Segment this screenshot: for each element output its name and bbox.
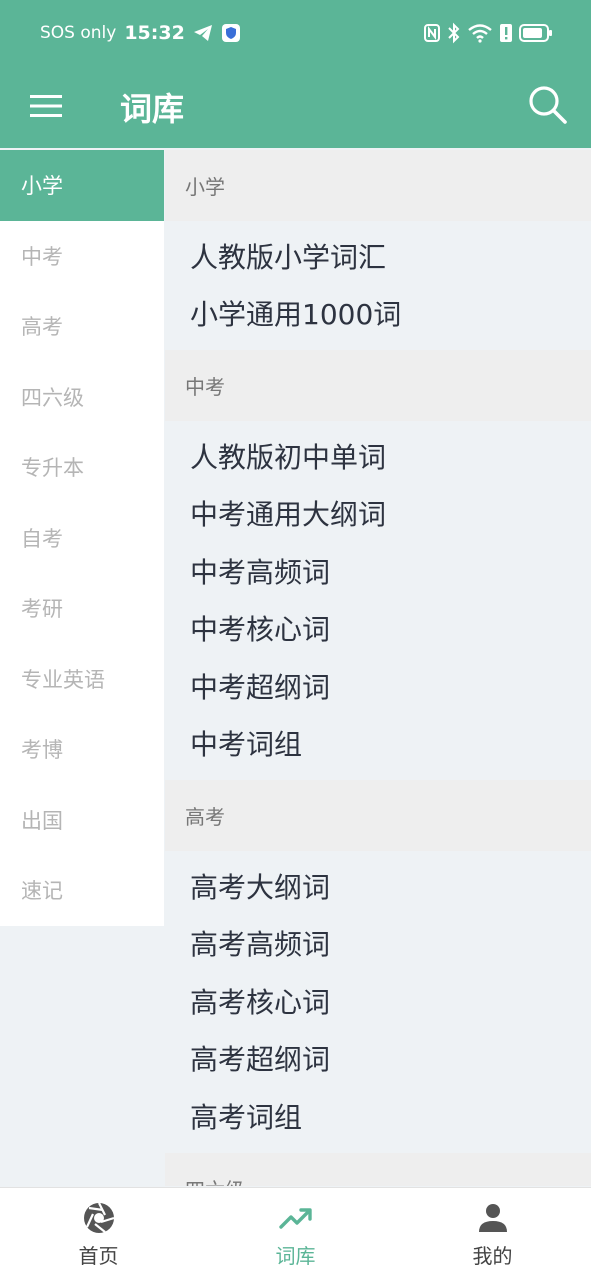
header: SOS only 15:32 词库 [0,0,591,148]
app-bar: 词库 [0,66,591,148]
section-list: 高考大纲词 高考高频词 高考核心词 高考超纲词 高考词组 [165,851,591,1153]
wordbook-item[interactable]: 高考核心词 [165,972,591,1030]
wordbook-item[interactable]: 人教版初中单词 [165,427,591,485]
sidebar-item[interactable]: 四六级 [0,362,164,433]
section-list: 人教版初中单词 中考通用大纲词 中考高频词 中考核心词 中考超纲词 中考词组 [165,421,591,780]
nav-item-label: 首页 [78,1243,119,1268]
sidebar-item[interactable]: 高考 [0,291,164,362]
trending-up-icon [278,1207,312,1229]
wordbook-item[interactable]: 小学通用1000词 [165,285,591,343]
status-bar: SOS only 15:32 [0,0,591,66]
wordbook-item[interactable]: 中考超纲词 [165,657,591,715]
wordbook-list: 小学 人教版小学词汇 小学通用1000词 中考 人教版初中单词 中考通用大纲词 中考高频词中… [165,150,591,1186]
wordbook-item[interactable]: 中考词组 [165,715,591,773]
wordbook-item[interactable]: 高考词组 [165,1087,591,1145]
sidebar-item[interactable]: 自考 [0,503,164,574]
wordbook-item[interactable]: 人教版小学词汇 [165,227,591,285]
wordbook-item[interactable]: 中考高频词 [165,542,591,600]
menu-button[interactable] [28,88,64,124]
wordbook-item[interactable]: 高考大纲词 [165,857,591,915]
wordbook-item[interactable]: 高考高频词 [165,915,591,973]
carrier-text: SOS only [40,23,117,43]
nav-item[interactable]: 我的 [394,1188,591,1280]
wifi-icon [468,24,492,43]
wordbook-item[interactable]: 中考通用大纲词 [165,485,591,543]
nav-item[interactable]: 词库 [197,1188,394,1280]
person-icon [478,1203,507,1232]
nfc-icon [424,24,440,42]
battery-icon [519,24,552,42]
aperture-icon [83,1202,114,1233]
section-header: 中考 [165,350,591,421]
section-list: 人教版小学词汇 小学通用1000词 [165,221,591,350]
section-header: 小学 [165,150,591,221]
bottom-nav: 首页 词库 我的 [0,1187,591,1280]
shield-icon [221,24,240,42]
sidebar-item[interactable]: 小学 [0,150,164,221]
wordbook-item[interactable]: 中考核心词 [165,600,591,658]
bluetooth-icon [448,22,460,44]
status-right [423,20,553,46]
search-button[interactable] [525,82,569,126]
category-sidebar: 小学 中考 高考 四六级 专升本 自考 考研 专业英语 考博 出国 速记 [0,150,164,926]
nav-item-label: 我的 [472,1243,513,1268]
sidebar-item[interactable]: 专升本 [0,432,164,503]
page-title: 词库 [120,90,185,128]
sidebar-item[interactable]: 考研 [0,573,164,644]
menu-icon [30,95,62,117]
section-header: 高考 [165,780,591,851]
search-icon [529,86,567,124]
nav-item-label: 词库 [275,1243,316,1268]
section-header: 四六级 [165,1152,591,1186]
sidebar-item[interactable]: 专业英语 [0,644,164,715]
alert-icon [500,24,512,42]
telegram-icon [193,25,212,41]
nav-item[interactable]: 首页 [0,1188,197,1280]
sidebar-item[interactable]: 中考 [0,221,164,292]
status-left: SOS only 15:32 [40,20,241,46]
wordbook-item[interactable]: 高考超纲词 [165,1030,591,1088]
clock: 15:32 [124,22,185,44]
sidebar-item[interactable]: 速记 [0,855,164,926]
sidebar-item[interactable]: 出国 [0,785,164,856]
sidebar-item[interactable]: 考博 [0,714,164,785]
